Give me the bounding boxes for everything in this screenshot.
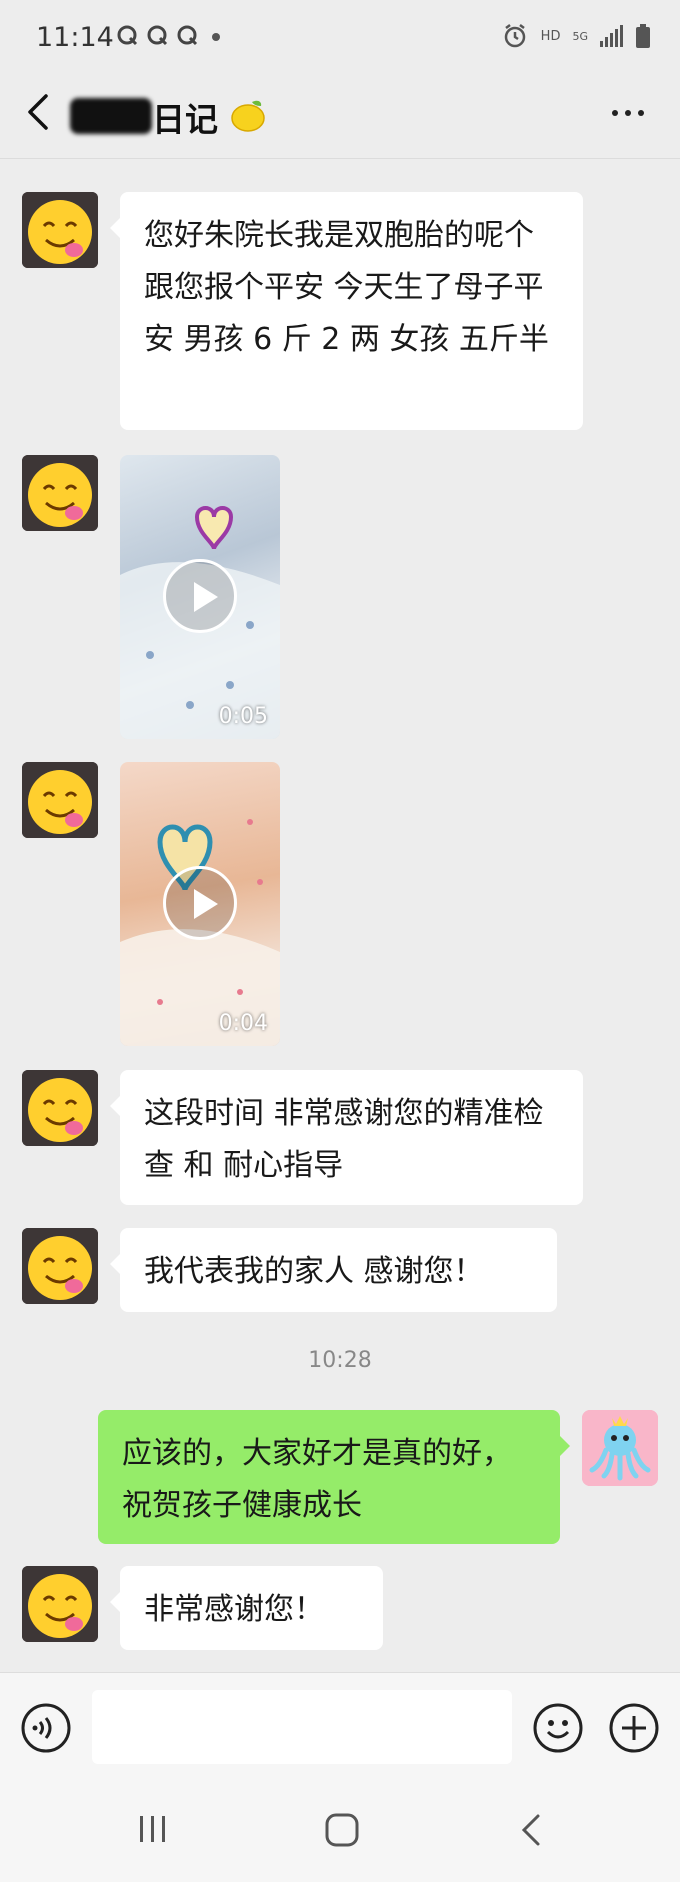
contact-avatar[interactable] — [22, 455, 98, 531]
notification-q-icon — [147, 25, 168, 46]
smiley-avatar-icon — [22, 192, 98, 268]
title-redacted-name — [70, 98, 152, 134]
my-message-bubble[interactable]: 应该的，大家好才是真的好，祝贺孩子健康成长 — [98, 1410, 570, 1544]
more-notifications-dot — [212, 33, 220, 41]
alarm-icon — [504, 24, 525, 48]
message-text: 我代表我的家人 感谢您！ — [144, 1254, 484, 1289]
message-text: 非常感谢您！ — [144, 1592, 324, 1627]
contact-avatar[interactable] — [22, 1070, 98, 1146]
contact-avatar[interactable] — [22, 1566, 98, 1642]
notification-q-icon — [117, 25, 138, 46]
my-avatar[interactable] — [582, 1410, 658, 1486]
battery-icon — [636, 24, 650, 48]
contact-avatar[interactable] — [22, 762, 98, 838]
smiley-avatar-icon — [22, 1566, 98, 1642]
contact-avatar[interactable] — [22, 192, 98, 268]
smiley-avatar-icon — [22, 455, 98, 531]
back-nav-icon[interactable] — [518, 1812, 546, 1848]
hd-label: HD — [540, 28, 561, 44]
message-timestamp: 10:28 — [308, 1348, 372, 1373]
video-message[interactable]: 0:05 — [120, 455, 280, 739]
message-bubble[interactable]: 非常感谢您！ — [110, 1566, 383, 1650]
notification-icons — [116, 24, 220, 46]
more-options-icon[interactable] — [612, 110, 644, 116]
message-text: 这段时间 非常感谢您的精准检查 和 耐心指导 — [144, 1096, 544, 1183]
message-text: 您好朱院长我是双胞胎的呢个 跟您报个平安 今天生了母子平安 男孩 6 斤 2 两… — [144, 218, 549, 357]
back-arrow-icon[interactable] — [24, 92, 52, 132]
contact-avatar[interactable] — [22, 1228, 98, 1304]
network-label: 5G — [572, 29, 588, 43]
notification-q-icon — [177, 25, 198, 46]
voice-icon[interactable] — [20, 1702, 72, 1754]
video-message[interactable]: 0:04 — [120, 762, 280, 1046]
play-icon[interactable] — [163, 559, 237, 633]
octopus-avatar-icon — [582, 1410, 658, 1486]
plus-icon[interactable] — [608, 1702, 660, 1754]
message-bubble[interactable]: 这段时间 非常感谢您的精准检查 和 耐心指导 — [110, 1070, 583, 1205]
home-icon[interactable] — [324, 1812, 360, 1848]
video-duration: 0:05 — [218, 704, 268, 729]
message-input[interactable] — [92, 1690, 512, 1764]
emoji-icon[interactable] — [532, 1702, 584, 1754]
message-bubble[interactable]: 您好朱院长我是双胞胎的呢个 跟您报个平安 今天生了母子平安 男孩 6 斤 2 两… — [110, 192, 583, 430]
smiley-avatar-icon — [22, 1070, 98, 1146]
message-text: 应该的，大家好才是真的好，祝贺孩子健康成长 — [122, 1436, 512, 1523]
video-duration: 0:04 — [218, 1011, 268, 1036]
recents-icon[interactable] — [136, 1812, 170, 1846]
header-divider — [0, 158, 680, 159]
signal-icon — [600, 25, 623, 47]
status-time: 11:14 — [36, 22, 114, 53]
chat-title: 日记 — [152, 100, 218, 139]
smiley-avatar-icon — [22, 762, 98, 838]
play-icon[interactable] — [163, 866, 237, 940]
lemon-emoji-icon — [231, 100, 265, 132]
status-right-icons: HD 5G — [501, 22, 650, 50]
smiley-avatar-icon — [22, 1228, 98, 1304]
message-bubble[interactable]: 我代表我的家人 感谢您！ — [110, 1228, 557, 1312]
